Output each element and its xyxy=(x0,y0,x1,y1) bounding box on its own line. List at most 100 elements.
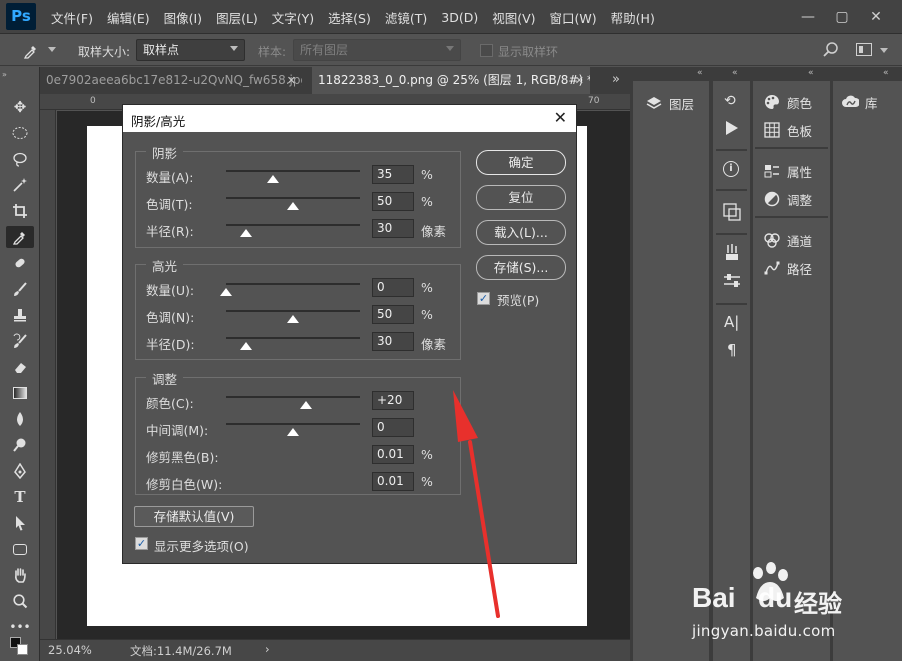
slider-track[interactable] xyxy=(226,423,360,425)
close-icon[interactable]: ✕ xyxy=(554,108,567,127)
crop-tool-icon[interactable] xyxy=(6,200,34,222)
workspace-icon[interactable] xyxy=(856,43,872,56)
value-field[interactable]: +20 xyxy=(372,391,414,410)
panel-item-properties[interactable]: 属性 xyxy=(763,157,812,185)
history-icon[interactable]: ⟲ xyxy=(724,93,736,109)
more-tools-icon[interactable]: ••• xyxy=(6,616,34,638)
slider-track[interactable] xyxy=(226,337,360,339)
value-field[interactable]: 30 xyxy=(372,332,414,351)
collapse-panels-icon[interactable]: « xyxy=(697,68,703,78)
menu-item[interactable]: 选择(S) xyxy=(321,8,378,27)
eraser-tool-icon[interactable] xyxy=(6,356,34,378)
value-field[interactable]: 50 xyxy=(372,305,414,324)
panel-item-paths[interactable]: 路径 xyxy=(763,254,812,282)
info-icon[interactable]: i xyxy=(723,161,739,177)
brush-settings-icon[interactable] xyxy=(723,273,741,292)
slider-track[interactable] xyxy=(226,396,360,398)
status-menu-arrow[interactable]: › xyxy=(265,642,270,656)
paragraph-icon[interactable]: ¶ xyxy=(727,341,737,359)
save-button[interactable]: 存储(S)... xyxy=(476,255,566,280)
collapse-tools-icon[interactable]: » xyxy=(2,70,7,79)
slider-thumb[interactable] xyxy=(240,342,253,350)
character-icon[interactable]: A| xyxy=(724,313,739,331)
value-field[interactable]: 0.01 xyxy=(372,472,414,491)
sample-select[interactable]: 所有图层 xyxy=(293,39,461,61)
show-ring-checkbox[interactable] xyxy=(480,44,493,57)
slider-track[interactable] xyxy=(226,170,360,172)
brush-tool-icon[interactable] xyxy=(6,278,34,300)
type-tool-icon[interactable]: T xyxy=(6,486,34,508)
collapse-panels-icon[interactable]: « xyxy=(732,68,738,78)
pen-tool-icon[interactable] xyxy=(6,460,34,482)
workspace-chevron-icon[interactable] xyxy=(880,48,888,53)
close-icon[interactable]: ✕ xyxy=(575,67,584,94)
background-color-swatch[interactable] xyxy=(17,644,28,655)
tab-document-1[interactable]: 0e7902aeea6bc17e812-u2QvNQ_fw658.jpg ✕ xyxy=(40,67,302,94)
dodge-tool-icon[interactable] xyxy=(6,434,34,456)
close-icon[interactable]: ✕ xyxy=(287,67,296,94)
menu-item[interactable]: 视图(V) xyxy=(485,8,542,27)
tool-preset-chevron-icon[interactable] xyxy=(48,47,56,52)
search-icon[interactable] xyxy=(822,41,840,62)
magic-wand-tool-icon[interactable] xyxy=(6,174,34,196)
slider-thumb[interactable] xyxy=(287,315,299,323)
menu-item[interactable]: 窗口(W) xyxy=(543,8,604,27)
blur-tool-icon[interactable] xyxy=(6,408,34,430)
zoom-level[interactable]: 25.04% xyxy=(48,643,92,657)
move-tool-icon[interactable]: ✥ xyxy=(6,96,34,118)
gradient-tool-icon[interactable] xyxy=(6,382,34,404)
tab-document-2[interactable]: 11822383_0_0.png @ 25% (图层 1, RGB/8#) * ✕ xyxy=(312,67,590,94)
hand-tool-icon[interactable] xyxy=(6,564,34,586)
clone-stamp-tool-icon[interactable] xyxy=(6,304,34,326)
lasso-tool-icon[interactable] xyxy=(6,148,34,170)
show-more-options-checkbox[interactable]: ✓ xyxy=(135,537,148,550)
navigator-icon[interactable] xyxy=(723,203,741,224)
reset-button[interactable]: 复位 xyxy=(476,185,566,210)
value-field[interactable]: 35 xyxy=(372,165,414,184)
slider-track[interactable] xyxy=(226,224,360,226)
slider-thumb[interactable] xyxy=(300,401,313,409)
eyedropper-tool-icon[interactable] xyxy=(20,42,42,59)
preview-checkbox[interactable]: ✓ xyxy=(477,292,490,305)
rectangle-tool-icon[interactable] xyxy=(6,538,34,560)
menu-item[interactable]: 图层(L) xyxy=(209,8,265,27)
save-defaults-button[interactable]: 存储默认值(V) xyxy=(134,506,254,527)
menu-item[interactable]: 文字(Y) xyxy=(265,8,321,27)
collapse-panels-icon[interactable]: « xyxy=(808,68,814,78)
collapse-panels-icon[interactable]: « xyxy=(883,68,889,78)
dialog-titlebar[interactable]: 阴影/高光 ✕ xyxy=(123,105,576,132)
slider-thumb[interactable] xyxy=(240,229,253,237)
path-selection-tool-icon[interactable] xyxy=(6,512,34,534)
value-field[interactable]: 0 xyxy=(372,278,414,297)
value-field[interactable]: 0 xyxy=(372,418,414,437)
minimize-button[interactable]: — xyxy=(792,0,824,34)
panel-item-channels[interactable]: 通道 xyxy=(763,226,812,254)
tabs-overflow-icon[interactable]: » xyxy=(612,72,620,87)
eyedropper-tool-icon[interactable] xyxy=(6,226,34,248)
slider-thumb[interactable] xyxy=(266,175,279,183)
close-window-button[interactable]: ✕ xyxy=(860,0,892,34)
slider-thumb[interactable] xyxy=(287,428,299,436)
panel-item-libraries[interactable]: 库 xyxy=(841,88,878,116)
value-field[interactable]: 50 xyxy=(372,192,414,211)
maximize-button[interactable]: ▢ xyxy=(826,0,858,34)
zoom-tool-icon[interactable] xyxy=(6,590,34,612)
actions-play-icon[interactable] xyxy=(726,121,738,135)
marquee-tool-icon[interactable] xyxy=(6,122,34,144)
menu-item[interactable]: 图像(I) xyxy=(157,8,209,27)
slider-track[interactable] xyxy=(226,197,360,199)
panel-item-adjustments[interactable]: 调整 xyxy=(763,185,812,213)
healing-brush-tool-icon[interactable] xyxy=(6,252,34,274)
menu-item[interactable]: 滤镜(T) xyxy=(378,8,434,27)
brushes-icon[interactable] xyxy=(723,243,739,264)
value-field[interactable]: 30 xyxy=(372,219,414,238)
panel-item-swatches[interactable]: 色板 xyxy=(763,116,812,144)
menu-item[interactable]: 3D(D) xyxy=(434,10,485,25)
history-brush-tool-icon[interactable] xyxy=(6,330,34,352)
panel-item-color[interactable]: 颜色 xyxy=(763,88,812,116)
menu-item[interactable]: 帮助(H) xyxy=(604,8,662,27)
menu-item[interactable]: 编辑(E) xyxy=(100,8,157,27)
slider-thumb[interactable] xyxy=(220,288,232,296)
panel-item-layers[interactable]: 图层 xyxy=(645,89,694,117)
slider-track[interactable] xyxy=(226,310,360,312)
